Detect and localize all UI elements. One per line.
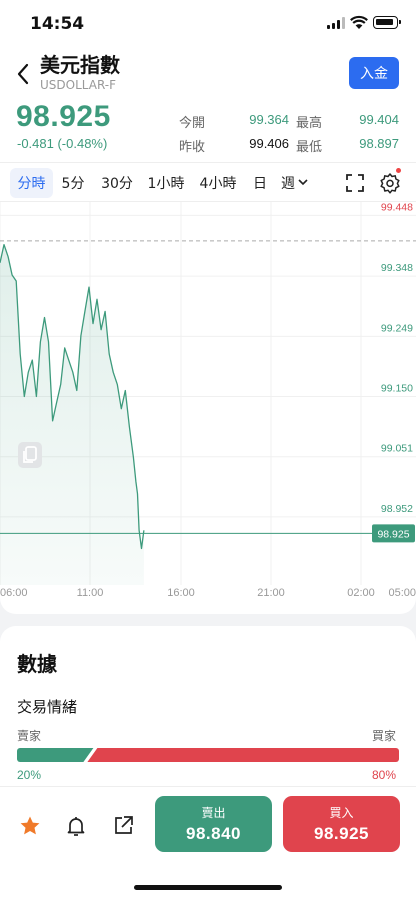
instrument-symbol: USDOLLAR-F bbox=[40, 78, 117, 92]
cellular-signal-icon bbox=[327, 17, 345, 29]
seller-bar-segment bbox=[17, 748, 94, 762]
settings-gear-icon[interactable] bbox=[379, 172, 401, 194]
sell-button[interactable]: 賣出 98.840 bbox=[155, 796, 272, 852]
tab-30min[interactable]: 30分 bbox=[96, 168, 138, 198]
wifi-icon bbox=[350, 15, 368, 29]
fullscreen-icon[interactable] bbox=[344, 172, 366, 194]
y-tick-label: 99.051 bbox=[381, 443, 413, 455]
bottom-action-bar: 賣出 98.840 買入 98.925 bbox=[0, 786, 416, 900]
tab-1hour[interactable]: 1小時 bbox=[143, 168, 189, 198]
seller-label: 賣家 bbox=[17, 729, 42, 743]
share-icon[interactable] bbox=[111, 814, 135, 838]
data-card: 數據 交易情緒 賣家 買家 20% 80% bbox=[0, 626, 416, 796]
tab-day[interactable]: 日 bbox=[248, 168, 272, 198]
y-tick-label: 99.249 bbox=[381, 322, 413, 334]
data-card-title: 數據 bbox=[17, 652, 57, 676]
x-tick-label: 11:00 bbox=[77, 587, 104, 599]
copy-icon[interactable] bbox=[18, 442, 42, 468]
y-tick-label: 99.348 bbox=[381, 262, 413, 274]
price-area bbox=[0, 244, 144, 585]
stat-high-value: 99.404 bbox=[359, 112, 399, 127]
x-tick-label: 21:00 bbox=[257, 587, 285, 599]
battery-icon bbox=[373, 16, 401, 29]
seller-percent: 20% bbox=[17, 768, 42, 782]
back-arrow-icon[interactable] bbox=[14, 62, 34, 86]
chevron-down-icon[interactable] bbox=[297, 176, 309, 188]
timeframe-tabs: 分時 5分 30分 1小時 4小時 日 週 bbox=[0, 162, 416, 202]
x-tick-label: 05:00 bbox=[388, 587, 416, 599]
instrument-title: 美元指數 bbox=[40, 53, 120, 77]
x-tick-label: 02:00 bbox=[347, 587, 375, 599]
notification-dot bbox=[396, 168, 401, 173]
x-tick-label: 06:00 bbox=[0, 587, 28, 599]
stat-low-value: 98.897 bbox=[359, 136, 399, 151]
buyer-label: 買家 bbox=[372, 729, 397, 743]
current-price: 98.925 bbox=[16, 100, 111, 133]
sentiment-bar bbox=[17, 748, 399, 762]
status-time: 14:54 bbox=[30, 14, 85, 34]
home-indicator bbox=[134, 885, 282, 890]
price-change: -0.481 (-0.48%) bbox=[17, 136, 108, 151]
buyer-percent: 80% bbox=[372, 768, 397, 782]
y-tick-label: 99.448 bbox=[381, 202, 413, 213]
buy-label: 買入 bbox=[329, 806, 354, 820]
y-tick-label: 99.150 bbox=[381, 383, 413, 395]
star-favorite-icon[interactable] bbox=[18, 814, 42, 838]
stat-open-label: 今開 bbox=[179, 116, 206, 131]
status-bar: 14:54 bbox=[0, 0, 416, 48]
current-price-label: 98.925 bbox=[377, 528, 409, 540]
stat-prev-close-label: 昨收 bbox=[179, 140, 206, 155]
stat-open-value: 99.364 bbox=[249, 112, 289, 127]
stat-prev-close-value: 99.406 bbox=[249, 136, 289, 151]
buyer-bar-segment bbox=[87, 748, 399, 762]
tab-week[interactable]: 週 bbox=[278, 168, 298, 198]
sell-label: 賣出 bbox=[201, 806, 226, 820]
y-tick-label: 98.952 bbox=[381, 503, 413, 515]
deposit-button[interactable]: 入金 bbox=[349, 57, 399, 89]
stat-low-label: 最低 bbox=[296, 140, 323, 155]
stat-high-label: 最高 bbox=[296, 116, 323, 131]
price-chart[interactable]: 99.448 99.348 99.249 99.150 99.051 98.952 98.9… bbox=[0, 202, 416, 610]
sentiment-title: 交易情緒 bbox=[17, 698, 78, 716]
tab-5min[interactable]: 5分 bbox=[56, 168, 90, 198]
sell-price: 98.840 bbox=[186, 824, 241, 843]
quote-panel: 14:54 美元指數 USDOLLAR-F 入金 98.925 -0.481 (… bbox=[0, 0, 416, 614]
x-tick-label: 16:00 bbox=[167, 587, 195, 599]
tab-4hour[interactable]: 4小時 bbox=[193, 168, 243, 198]
buy-button[interactable]: 買入 98.925 bbox=[283, 796, 400, 852]
bell-icon[interactable] bbox=[64, 814, 88, 838]
buy-price: 98.925 bbox=[314, 824, 369, 843]
tab-time-sharing[interactable]: 分時 bbox=[10, 168, 53, 198]
